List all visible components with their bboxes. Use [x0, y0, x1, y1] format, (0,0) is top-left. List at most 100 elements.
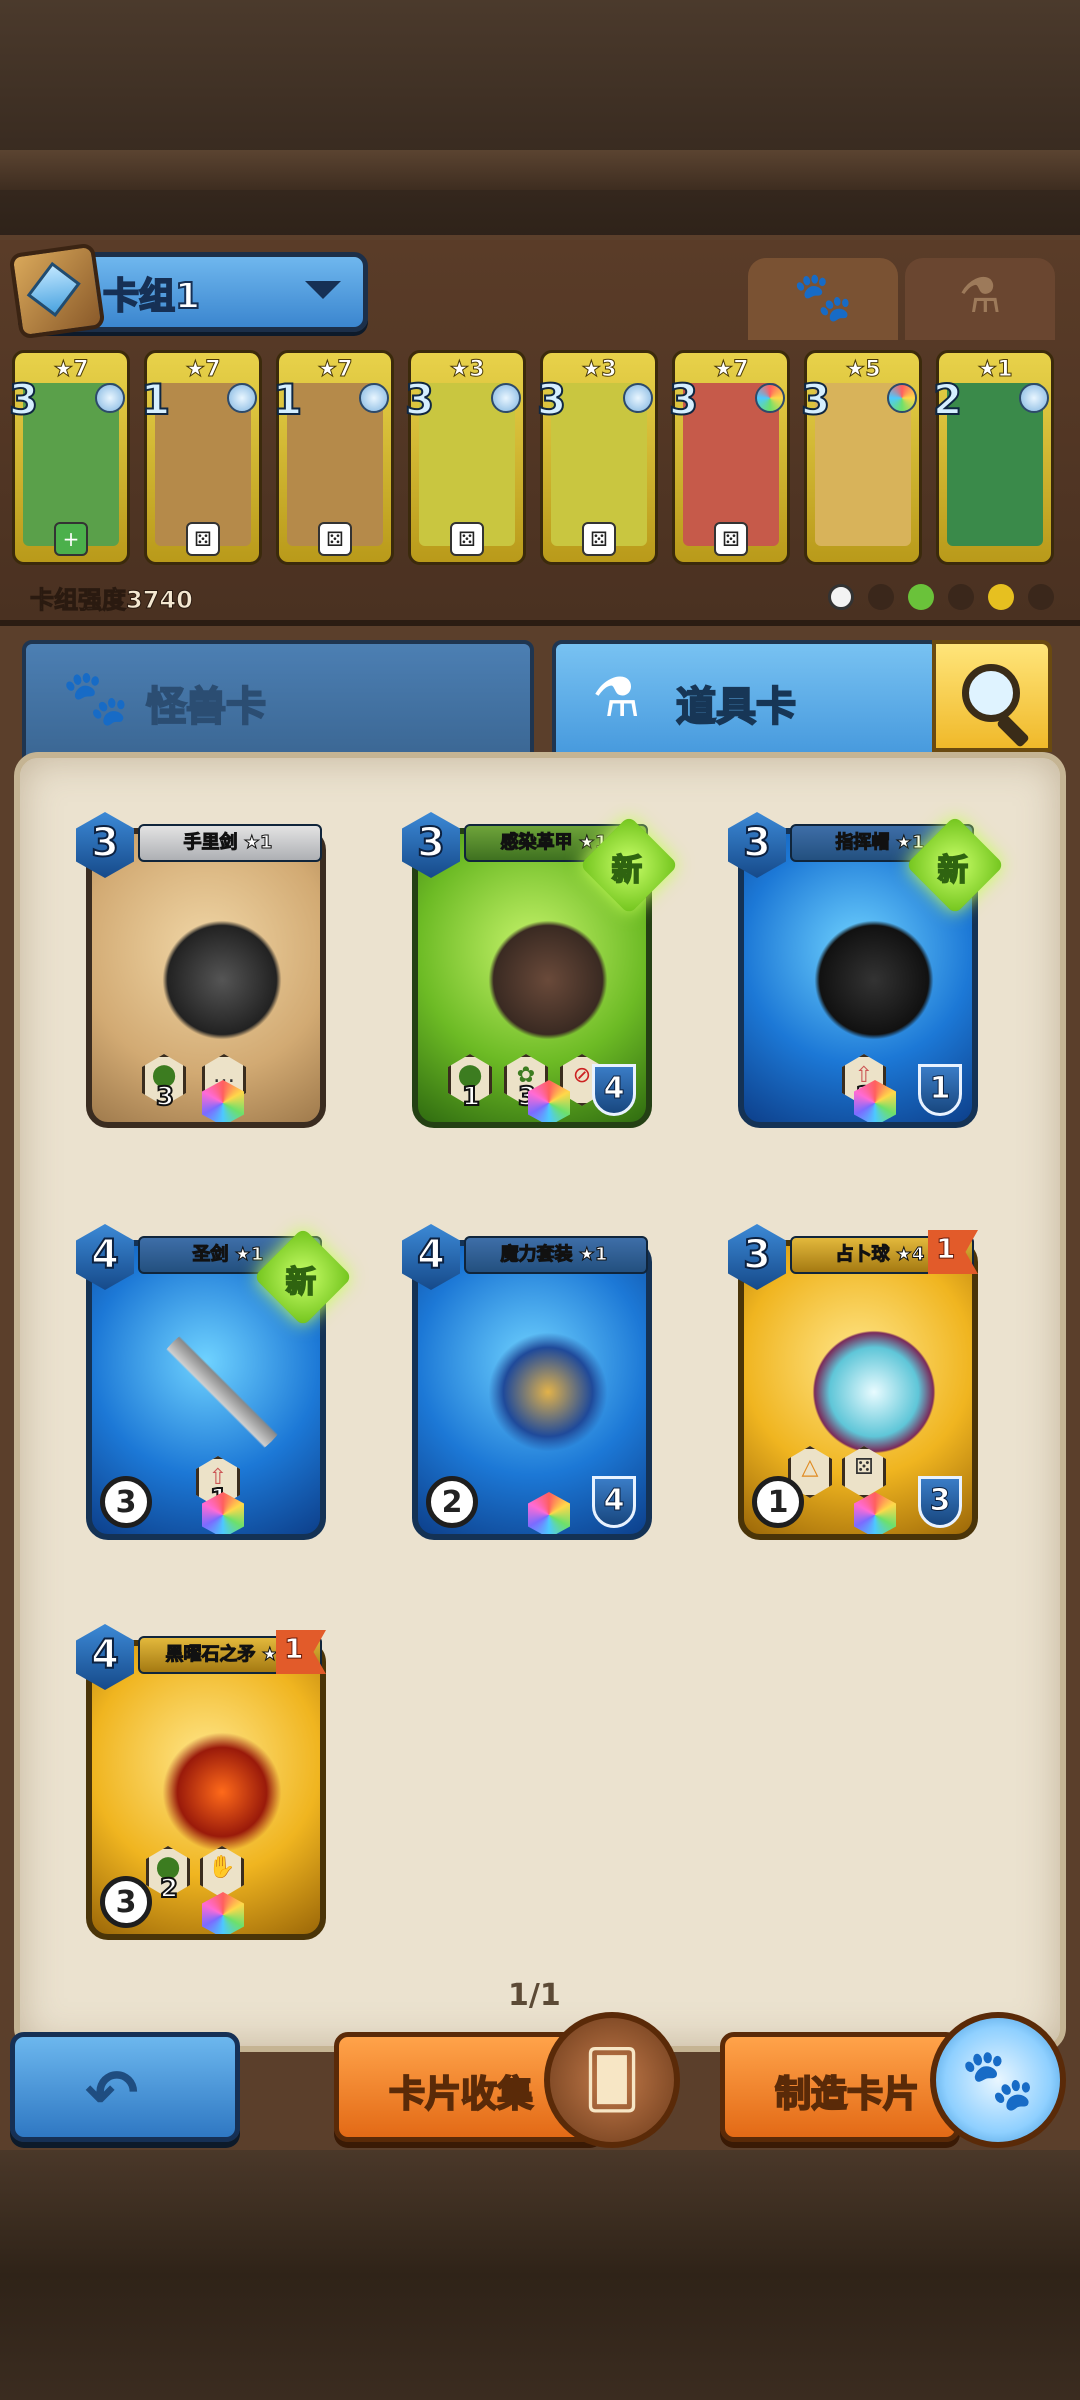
cost-value: 4 — [416, 1231, 446, 1279]
potion-icon: ⚗ — [958, 268, 1002, 324]
deck-card[interactable]: ★7 3 ⚄ — [668, 350, 790, 565]
deck-card[interactable]: ★7 1 ⚄ — [140, 350, 262, 565]
chevron-down-icon — [305, 281, 341, 299]
cost-value: 3 — [742, 819, 772, 867]
deck-card[interactable]: ★3 3 ⚄ — [404, 350, 526, 565]
tab-item-deck[interactable]: ⚗ — [905, 258, 1055, 340]
rainbow-gem-icon — [202, 1892, 244, 1934]
deck-card[interactable]: ★5 3 — [800, 350, 922, 565]
item-card[interactable]: ⬤ 3 … 2 手里剑 ★1 3 — [76, 812, 332, 1142]
search-icon — [962, 664, 1020, 722]
search-button[interactable] — [932, 640, 1052, 752]
gem-icon — [227, 383, 257, 413]
paw-icon: 🐾 — [960, 2045, 1036, 2115]
attack-value: 2 — [441, 1485, 463, 1520]
card-cost: 2 — [932, 374, 963, 425]
card-pack-icon[interactable]: 🂠 — [544, 2012, 680, 2148]
item-card[interactable]: 2 4 魔力套装 ★1 4 — [402, 1224, 658, 1554]
card-name: 魔力套装 ★1 — [500, 1244, 608, 1266]
tab-item-cards[interactable]: ⚗ 道具卡 — [552, 640, 940, 760]
card-body: ⬤ 2 ✋ 3 — [86, 1640, 326, 1940]
armor-art — [478, 910, 618, 1050]
craft-card-button[interactable]: 制造卡片 — [720, 2032, 960, 2142]
item-card[interactable]: ⬤ 1 ✿ 3 ⊘ 4 感染革甲 ★1 3 新 — [402, 812, 679, 1142]
sword-art — [152, 1322, 292, 1462]
card-cost: 3 — [404, 374, 435, 425]
paw-filter-icon[interactable] — [868, 584, 894, 610]
card-cost: 1 — [272, 374, 303, 425]
robe-art — [478, 1322, 618, 1462]
shuriken-art — [152, 910, 292, 1050]
deck-card[interactable]: ★1 2 — [932, 350, 1054, 565]
dice-icon: ⚄ — [582, 522, 616, 556]
shield-icon: 3 — [918, 1476, 962, 1528]
craft-potion-icon[interactable]: 🐾 — [930, 2012, 1066, 2148]
tab-label: 道具卡 — [675, 683, 797, 731]
tab-label: 怪兽卡 — [145, 683, 267, 731]
cost-value: 4 — [90, 1231, 120, 1279]
deck-filter-icons — [828, 580, 1068, 616]
item-card[interactable]: ⇧ 2 1 指挥帽 ★1 3 新 — [728, 812, 1005, 1142]
card-cost: 3 — [668, 374, 699, 425]
all-filter-icon[interactable] — [828, 584, 854, 610]
stat-value: 3 — [155, 1081, 175, 1113]
leaf-filter-icon[interactable] — [908, 584, 934, 610]
cost-value: 4 — [90, 1631, 120, 1679]
shield-icon: 4 — [592, 1476, 636, 1528]
deck-card[interactable]: ★7 3 + — [8, 350, 130, 565]
gem-icon — [1019, 383, 1049, 413]
craft-card-label: 制造卡片 — [774, 2073, 920, 2116]
back-button[interactable]: ↶ — [10, 2032, 240, 2142]
cost-value: 3 — [742, 1231, 772, 1279]
card-collection-panel: ⬤ 3 … 2 手里剑 ★1 3 ⬤ 1 ✿ 3 ⊘ 4 感染革甲 ★1 3 新… — [14, 752, 1066, 2052]
tornado-filter-icon[interactable] — [988, 584, 1014, 610]
card-cost: 3 — [8, 374, 39, 425]
page-indicator: 1/1 — [508, 1978, 561, 2013]
top-wood-background — [0, 0, 1080, 240]
search-icon-handle — [996, 714, 1030, 748]
card-body: ⬤ 3 … 2 — [86, 828, 326, 1128]
gem-icon — [359, 383, 389, 413]
deck-card[interactable]: ★3 3 ⚄ — [536, 350, 658, 565]
deck-card-row: ★7 3 + ★7 1 ⚄ ★7 1 ⚄ ★3 3 ⚄ ★3 3 ⚄ ★7 3 … — [8, 350, 1072, 570]
card-cost: 3 — [536, 374, 567, 425]
item-card[interactable]: ⬤ 2 ✋ 3 黑曜石之矛 ★2 4 1 — [76, 1624, 332, 1954]
claw-filter-icon[interactable] — [948, 584, 974, 610]
tab-monster-deck[interactable]: 🐾 — [748, 258, 898, 340]
dice-icon: ⚄ — [186, 522, 220, 556]
fire-filter-icon[interactable] — [1028, 584, 1054, 610]
tab-monster-cards[interactable]: 🐾 怪兽卡 — [22, 640, 534, 760]
shield-value: 1 — [929, 1071, 951, 1107]
deck-card[interactable]: ★7 1 ⚄ — [272, 350, 394, 565]
potion-icon: ⚗ — [592, 666, 641, 729]
gem-icon — [95, 383, 125, 413]
shield-icon: 4 — [592, 1064, 636, 1116]
hat-art — [804, 910, 944, 1050]
card-body: 2 4 — [412, 1240, 652, 1540]
dice-icon: ⚄ — [318, 522, 352, 556]
rainbow-gem-icon — [887, 383, 917, 413]
flag-value: 1 — [283, 1632, 304, 1666]
spear-art — [152, 1722, 292, 1862]
shield-icon: 1 — [918, 1064, 962, 1116]
dice-icon: ⚄ — [714, 522, 748, 556]
card-icon: 🂠 — [583, 2048, 641, 2113]
attack-icon: 3 — [100, 1476, 152, 1528]
attack-value: 3 — [115, 1885, 137, 1920]
cost-value: 3 — [416, 819, 446, 867]
counter-value: 1 — [767, 1485, 789, 1520]
back-arrow-icon: ↶ — [85, 2057, 139, 2131]
new-badge-label: 新 — [611, 852, 643, 889]
stat-value: 2 — [159, 1873, 179, 1905]
deck-title: 卡组1 — [102, 275, 201, 318]
item-card[interactable]: ⇧ 1 3 圣剑 ★1 4 新 — [76, 1224, 353, 1554]
flag-value: 1 — [935, 1232, 956, 1266]
gem-icon — [491, 383, 521, 413]
item-card[interactable]: △ ⚄ 1 3 占卜球 ★4 3 1 — [728, 1224, 984, 1554]
cost-value: 3 — [90, 819, 120, 867]
crystal-ball-art — [804, 1322, 944, 1462]
deck-book-icon — [8, 242, 106, 340]
attack-icon: 3 — [100, 1876, 152, 1928]
new-badge-label: 新 — [285, 1264, 317, 1301]
deck-power: 卡组强度3740 — [30, 586, 194, 615]
